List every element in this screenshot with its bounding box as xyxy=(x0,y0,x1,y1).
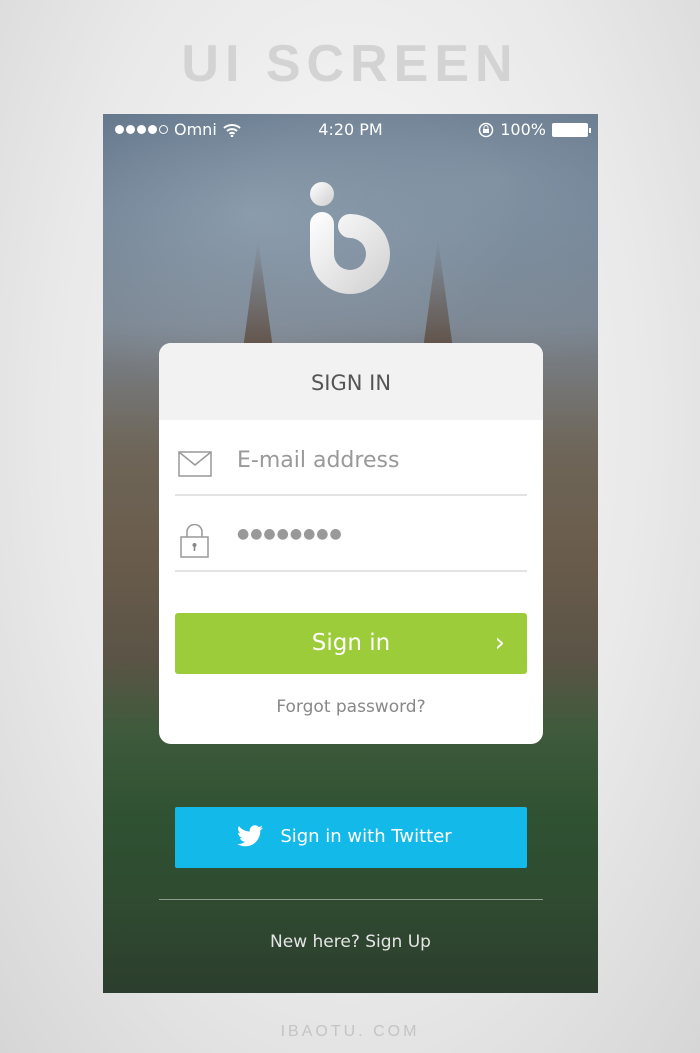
password-field[interactable]: ●●●●●●●● xyxy=(175,496,527,572)
password-mask: ●●●●●●●● xyxy=(237,526,343,542)
email-field[interactable]: E-mail address xyxy=(175,420,527,496)
banner-footer: IBAOTU. COM xyxy=(280,1023,420,1040)
lock-icon xyxy=(180,524,209,558)
battery-percent: 100% xyxy=(500,120,546,139)
sign-in-button[interactable]: Sign in › xyxy=(175,613,527,674)
sign-in-label: Sign in xyxy=(311,630,391,656)
card-title: SIGN IN xyxy=(159,343,543,420)
battery-icon xyxy=(552,122,591,137)
twitter-label: Sign in with Twitter xyxy=(280,826,452,847)
twitter-sign-in-button[interactable]: Sign in with Twitter xyxy=(175,807,527,868)
app-logo xyxy=(310,182,390,294)
sign-in-card: SIGN IN E-mail address ●●●●●●●● Sign in … xyxy=(159,343,543,744)
sign-up-link[interactable]: New here? Sign Up xyxy=(103,932,598,952)
banner-title: UI SCREEN xyxy=(181,35,519,93)
forgot-password-link[interactable]: Forgot password? xyxy=(159,697,543,717)
status-bar: Omni 4:20 PM 100% xyxy=(103,120,598,142)
divider xyxy=(159,899,543,900)
twitter-bird-icon xyxy=(237,825,263,847)
phone-screen: Omni 4:20 PM 100% SIGN IN E-mail address… xyxy=(103,114,598,993)
mail-icon xyxy=(178,451,212,477)
chevron-right-icon: › xyxy=(494,628,505,658)
email-placeholder: E-mail address xyxy=(237,448,400,473)
rotation-lock-icon xyxy=(479,122,494,137)
